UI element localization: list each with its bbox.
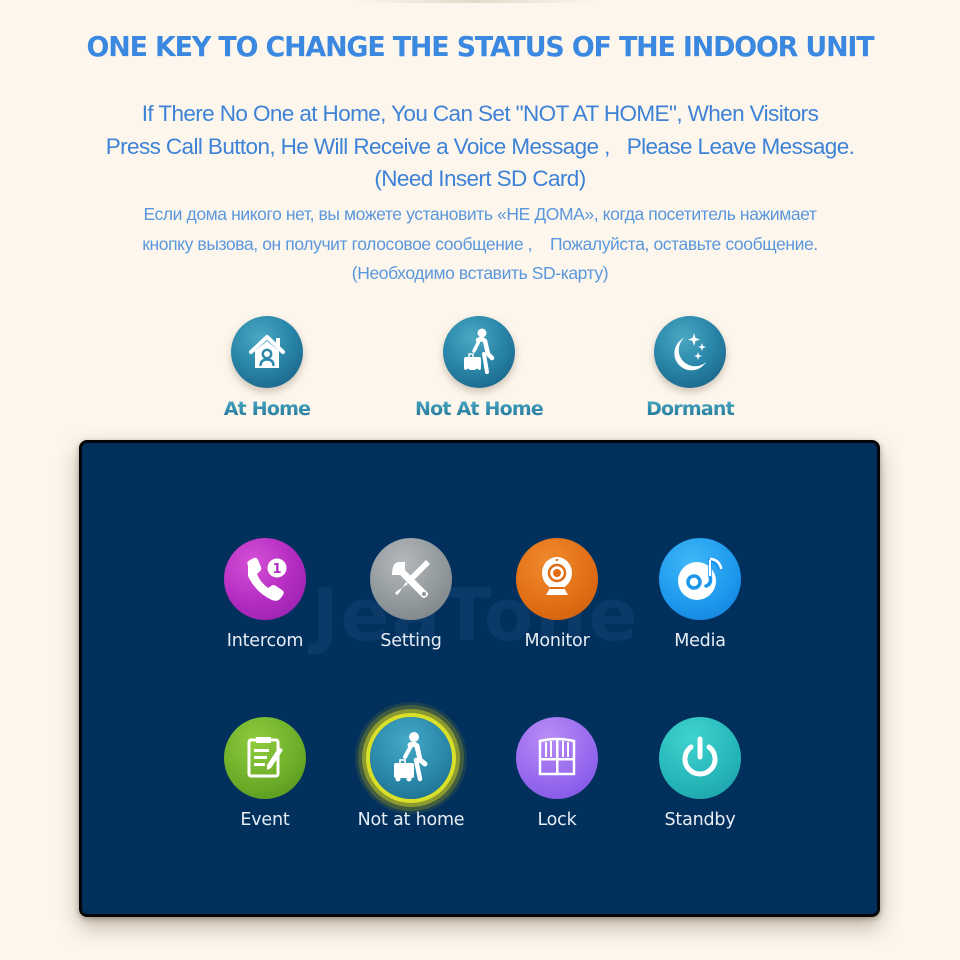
webcam-icon — [516, 538, 598, 620]
gate-icon — [516, 717, 598, 799]
app-label: Media — [674, 631, 726, 651]
app-label: Standby — [664, 810, 736, 830]
top-divider — [350, 0, 600, 3]
app-label: Event — [240, 810, 290, 830]
description-line: (Необходимо вставить SD-карту) — [351, 263, 609, 283]
app-label: Monitor — [524, 631, 590, 651]
description-line: Press Call Button, He Will Receive a Voi… — [105, 133, 855, 159]
description-line: If There No One at Home, You Can Set "NO… — [141, 101, 819, 126]
intercom-badge: 1 — [272, 562, 281, 577]
app-label: Not at home — [357, 810, 465, 830]
clipboard-pen-icon — [224, 717, 306, 799]
description-line: (Need Insert SD Card) — [374, 166, 586, 191]
indoor-unit-screen: JeaTone 1 Intercom Setting Monitor Media… — [79, 440, 880, 917]
description-russian: Если дома никого нет, вы можете установи… — [0, 200, 960, 289]
phone-call-icon: 1 — [224, 538, 306, 620]
moon-stars-icon — [654, 316, 726, 388]
person-luggage-icon — [370, 717, 452, 799]
person-luggage-icon — [443, 316, 515, 388]
mode-label: At Home — [167, 398, 367, 420]
description-english: If There No One at Home, You Can Set "NO… — [0, 98, 960, 196]
page-title: ONE KEY TO CHANGE THE STATUS OF THE INDO… — [86, 30, 875, 63]
tools-icon — [370, 538, 452, 620]
description-line: кнопку вызова, он получит голосовое сооб… — [142, 233, 818, 254]
app-label: Intercom — [226, 631, 304, 651]
mode-label: Not At Home — [379, 398, 579, 420]
app-label: Setting — [380, 631, 442, 651]
home-person-icon — [231, 316, 303, 388]
mode-label: Dormant — [590, 398, 790, 420]
music-disc-icon — [659, 538, 741, 620]
app-label: Lock — [537, 810, 577, 830]
description-line: Если дома никого нет, вы можете установи… — [143, 204, 817, 224]
power-icon — [659, 717, 741, 799]
